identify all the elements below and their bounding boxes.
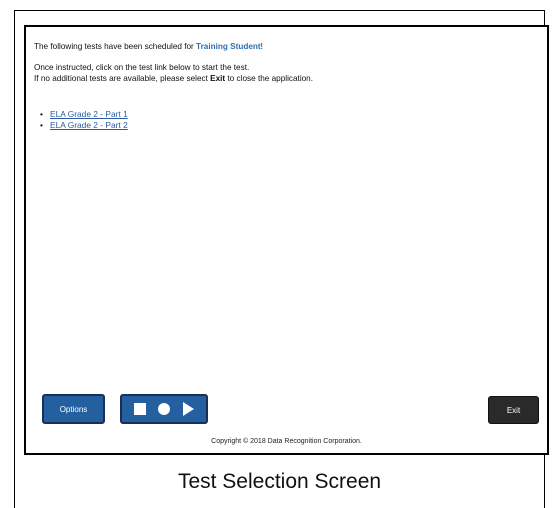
record-button[interactable] bbox=[158, 403, 171, 415]
test-list: • ELA Grade 2 - Part 1 • ELA Grade 2 - Par… bbox=[40, 109, 128, 131]
figure-caption: Test Selection Screen bbox=[177, 470, 382, 493]
list-item: • ELA Grade 2 - Part 1 bbox=[40, 109, 128, 119]
play-button[interactable] bbox=[182, 402, 194, 416]
play-icon bbox=[182, 402, 194, 416]
stop-icon bbox=[134, 403, 147, 415]
options-button[interactable]: Options bbox=[42, 394, 105, 424]
instructions: The following tests have been scheduled … bbox=[34, 41, 313, 84]
student-name: Training Student bbox=[196, 42, 261, 51]
exit-button[interactable]: Exit bbox=[488, 396, 539, 424]
stop-button[interactable] bbox=[134, 403, 147, 415]
media-controls bbox=[120, 394, 208, 424]
list-item: • ELA Grade 2 - Part 2 bbox=[40, 120, 128, 130]
test-link-part-2[interactable]: ELA Grade 2 - Part 2 bbox=[50, 120, 128, 130]
record-icon bbox=[158, 403, 171, 415]
instruction-line: Once instructed, click on the test link … bbox=[34, 63, 250, 72]
test-link-part-1[interactable]: ELA Grade 2 - Part 1 bbox=[50, 109, 128, 119]
scheduled-line: The following tests have been scheduled … bbox=[34, 42, 263, 51]
exit-instruction-line: If no additional tests are available, pl… bbox=[34, 74, 314, 83]
copyright: Copyright © 2018 Data Recognition Corpor… bbox=[211, 438, 362, 445]
test-selection-screen: The following tests have been scheduled … bbox=[24, 25, 549, 455]
